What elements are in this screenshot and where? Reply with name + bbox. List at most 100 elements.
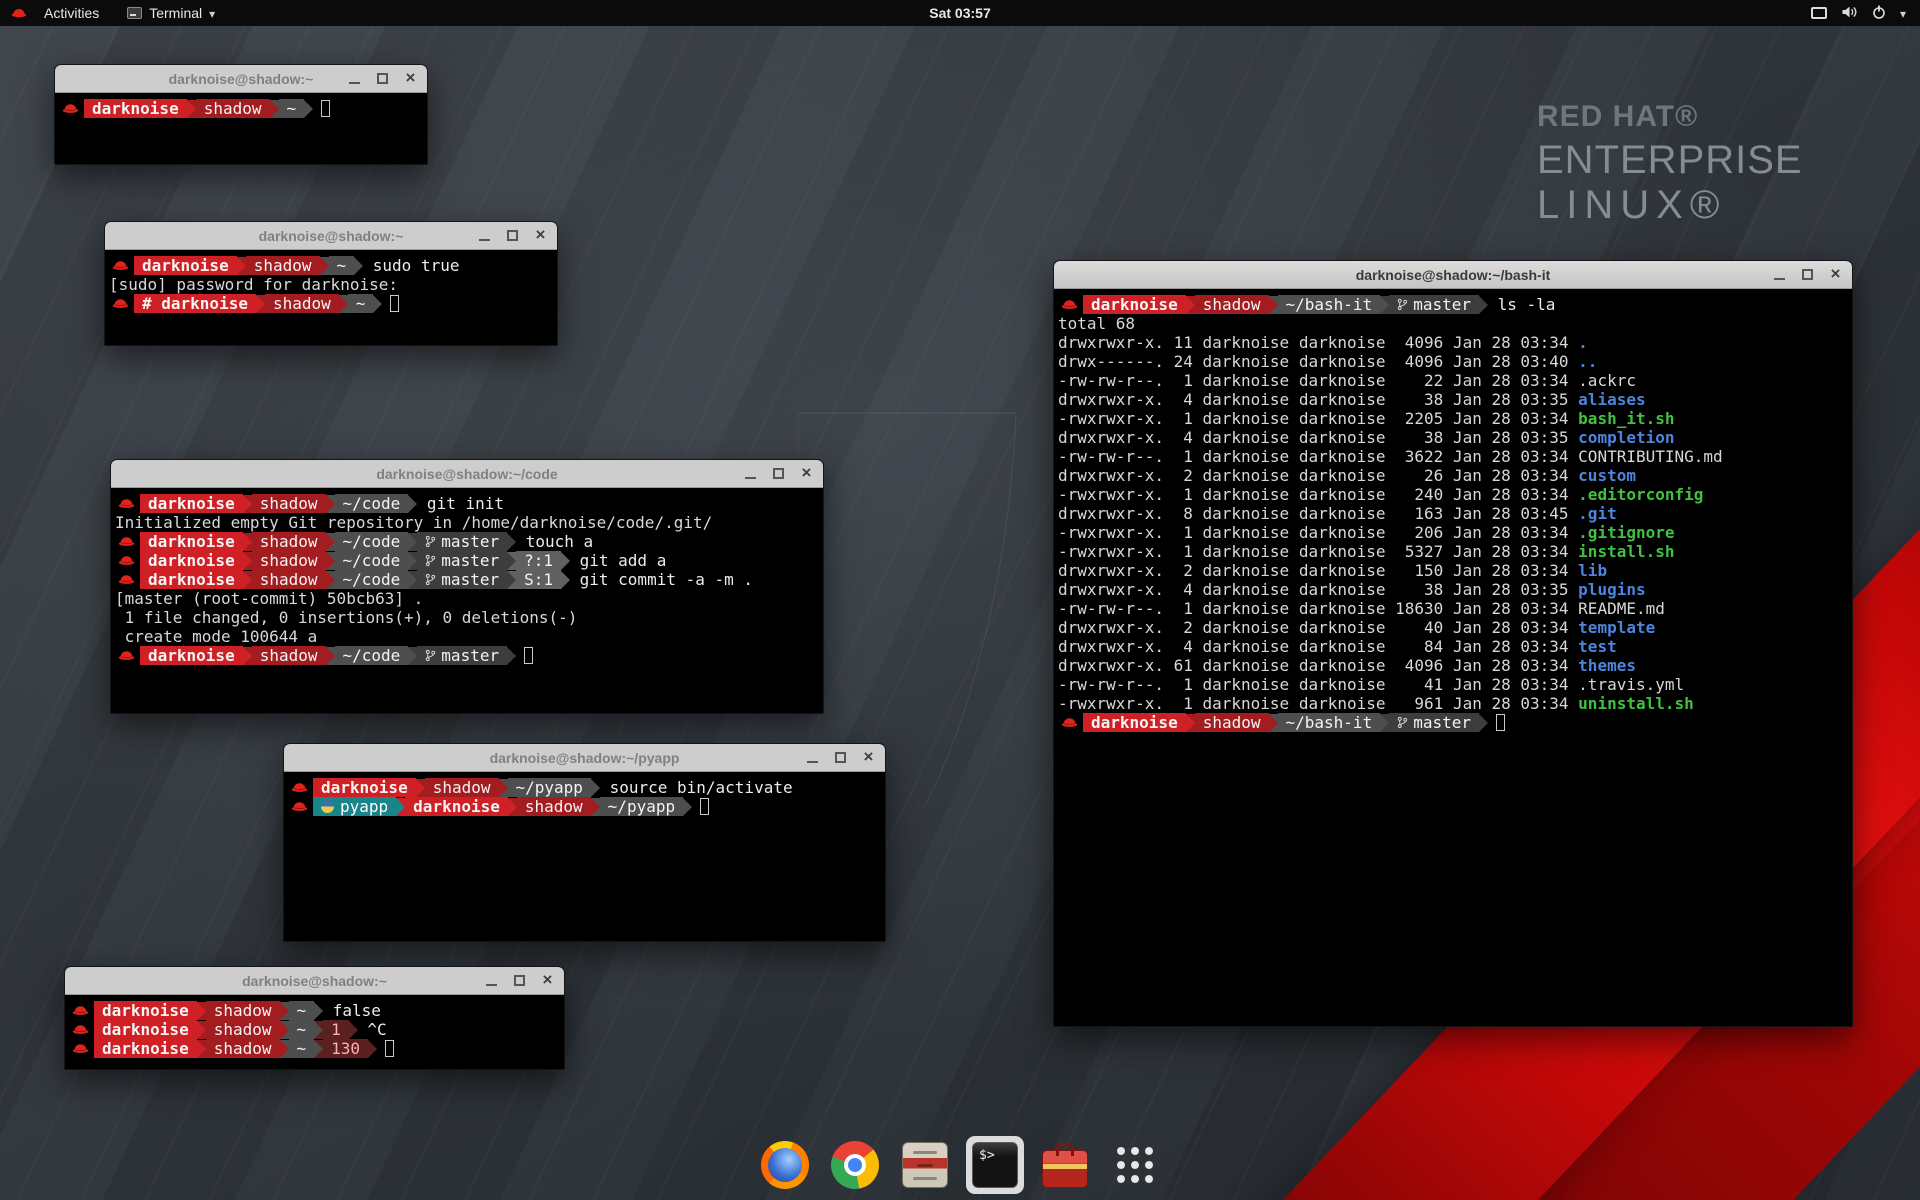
prompt-segment-host: shadow (1195, 713, 1269, 732)
terminal-line: drwxrwxr-x. 11 darknoise darknoise 4096 … (1058, 333, 1848, 352)
prompt-segment-stat: ?:1 (516, 551, 561, 570)
terminal-line: -rwxrwxr-x. 1 darknoise darknoise 240 Ja… (1058, 485, 1848, 504)
output-text: [sudo] password for darknoise: (109, 275, 398, 294)
output-text: -rwxrwxr-x. 1 darknoise darknoise 206 Ja… (1058, 523, 1578, 542)
minimize-button[interactable] (1773, 268, 1786, 281)
powerline-arrow-icon (1380, 296, 1389, 314)
prompt-segment-user: darknoise (94, 1001, 197, 1020)
titlebar[interactable]: darknoise@shadow:~/bash-it (1054, 261, 1852, 289)
powerline-arrow-icon (187, 100, 196, 118)
prompt-segment-host: shadow (517, 797, 591, 816)
minimize-button[interactable] (806, 751, 819, 764)
close-button[interactable] (404, 72, 417, 85)
terminal-line: # darknoiseshadow~ (109, 294, 553, 313)
close-button[interactable] (800, 467, 813, 480)
prompt-segment-path: ~ (289, 1001, 315, 1020)
terminal-cursor (390, 295, 399, 312)
terminal-icon: $> (972, 1142, 1018, 1188)
dock-item-chrome[interactable] (828, 1138, 882, 1192)
minimize-button[interactable] (478, 229, 491, 242)
command-text: git add a (570, 551, 666, 570)
terminal-content[interactable]: darknoiseshadow~ sudo true[sudo] passwor… (105, 250, 557, 319)
python-icon (321, 800, 334, 813)
prompt-segment-user: darknoise (140, 570, 243, 589)
terminal-content[interactable]: darknoiseshadow~/code git initInitialize… (111, 488, 823, 671)
prompt-segment-host: shadow (252, 646, 326, 665)
git-branch-icon (425, 554, 436, 567)
close-button[interactable] (1829, 268, 1842, 281)
directory-name: custom (1578, 466, 1636, 485)
redhat-prompt-icon (118, 554, 135, 567)
output-text: drwxrwxr-x. 2 darknoise darknoise 40 Jan… (1058, 618, 1578, 637)
maximize-button[interactable] (506, 229, 519, 242)
maximize-button[interactable] (376, 72, 389, 85)
output-text: drwx------. 24 darknoise darknoise 4096 … (1058, 352, 1578, 371)
titlebar[interactable]: darknoise@shadow:~/pyapp (284, 744, 885, 772)
minimize-button[interactable] (744, 467, 757, 480)
powerline-arrow-icon (408, 533, 417, 551)
minimize-button[interactable] (348, 72, 361, 85)
app-menu[interactable]: Terminal (127, 5, 215, 21)
prompt-segment-path: ~/code (335, 551, 409, 570)
powerline-arrow-icon (354, 257, 363, 275)
prompt-segment-host: shadow (206, 1001, 280, 1020)
command-text: git init (417, 494, 504, 513)
system-menu-chevron-icon[interactable] (1900, 5, 1906, 21)
redhat-prompt-icon (291, 800, 308, 813)
maximize-button[interactable] (834, 751, 847, 764)
maximize-button[interactable] (1801, 268, 1814, 281)
executable-name: .editorconfig (1578, 485, 1703, 504)
dock-item-files[interactable] (898, 1138, 952, 1192)
power-icon[interactable] (1872, 5, 1886, 22)
terminal-line: -rw-rw-r--. 1 darknoise darknoise 41 Jan… (1058, 675, 1848, 694)
powerline-arrow-icon (561, 571, 570, 589)
powerline-arrow-icon (270, 100, 279, 118)
prompt-segment-path: ~/code (335, 494, 409, 513)
terminal-line: darknoiseshadow~1 ^C (69, 1020, 560, 1039)
file-cabinet-icon (902, 1142, 948, 1188)
powerline-arrow-icon (280, 1021, 289, 1039)
close-button[interactable] (862, 751, 875, 764)
toolbox-icon (1042, 1150, 1088, 1188)
terminal-content[interactable]: darknoiseshadow~/pyapp source bin/activa… (284, 772, 885, 822)
dock-item-app-grid[interactable] (1108, 1138, 1162, 1192)
dock-item-firefox[interactable] (758, 1138, 812, 1192)
powerline-arrow-icon (256, 295, 265, 313)
window-title: darknoise@shadow:~/code (111, 466, 823, 482)
titlebar[interactable]: darknoise@shadow:~/code (111, 460, 823, 488)
terminal-content[interactable]: darknoiseshadow~/bash-itmaster ls -latot… (1054, 289, 1852, 738)
terminal-line: darknoiseshadow~ false (69, 1001, 560, 1020)
prompt-segment-host: shadow (425, 778, 499, 797)
dock-item-terminal[interactable]: $> (968, 1138, 1022, 1192)
terminal-content[interactable]: darknoiseshadow~ falsedarknoiseshadow~1 … (65, 995, 564, 1064)
titlebar[interactable]: darknoise@shadow:~ (55, 65, 427, 93)
executable-name: bash_it.sh (1578, 409, 1674, 428)
maximize-button[interactable] (772, 467, 785, 480)
redhat-prompt-icon (291, 781, 308, 794)
output-text: -rw-rw-r--. 1 darknoise darknoise 18630 … (1058, 599, 1665, 618)
chevron-down-icon (209, 5, 215, 21)
titlebar[interactable]: darknoise@shadow:~ (65, 967, 564, 995)
powerline-arrow-icon (507, 647, 516, 665)
clock[interactable]: Sat 03:57 (929, 5, 990, 21)
executable-name: uninstall.sh (1578, 694, 1694, 713)
dock-item-toolbox[interactable] (1038, 1138, 1092, 1192)
prompt-segment-git: master (1389, 295, 1479, 314)
terminal-line: [sudo] password for darknoise: (109, 275, 553, 294)
minimize-button[interactable] (485, 974, 498, 987)
output-text: -rwxrwxr-x. 1 darknoise darknoise 961 Ja… (1058, 694, 1578, 713)
display-status-icon[interactable] (1811, 7, 1827, 19)
volume-icon[interactable] (1841, 5, 1858, 22)
firefox-icon (761, 1141, 809, 1189)
titlebar[interactable]: darknoise@shadow:~ (105, 222, 557, 250)
close-button[interactable] (534, 229, 547, 242)
terminal-content[interactable]: darknoiseshadow~ (55, 93, 427, 124)
prompt-segment-host: shadow (206, 1020, 280, 1039)
maximize-button[interactable] (513, 974, 526, 987)
activities-button[interactable]: Activities (38, 5, 105, 21)
terminal-line: create mode 100644 a (115, 627, 819, 646)
prompt-segment-git: master (1389, 713, 1479, 732)
prompt-segment-host: shadow (206, 1039, 280, 1058)
powerline-arrow-icon (373, 295, 382, 313)
close-button[interactable] (541, 974, 554, 987)
